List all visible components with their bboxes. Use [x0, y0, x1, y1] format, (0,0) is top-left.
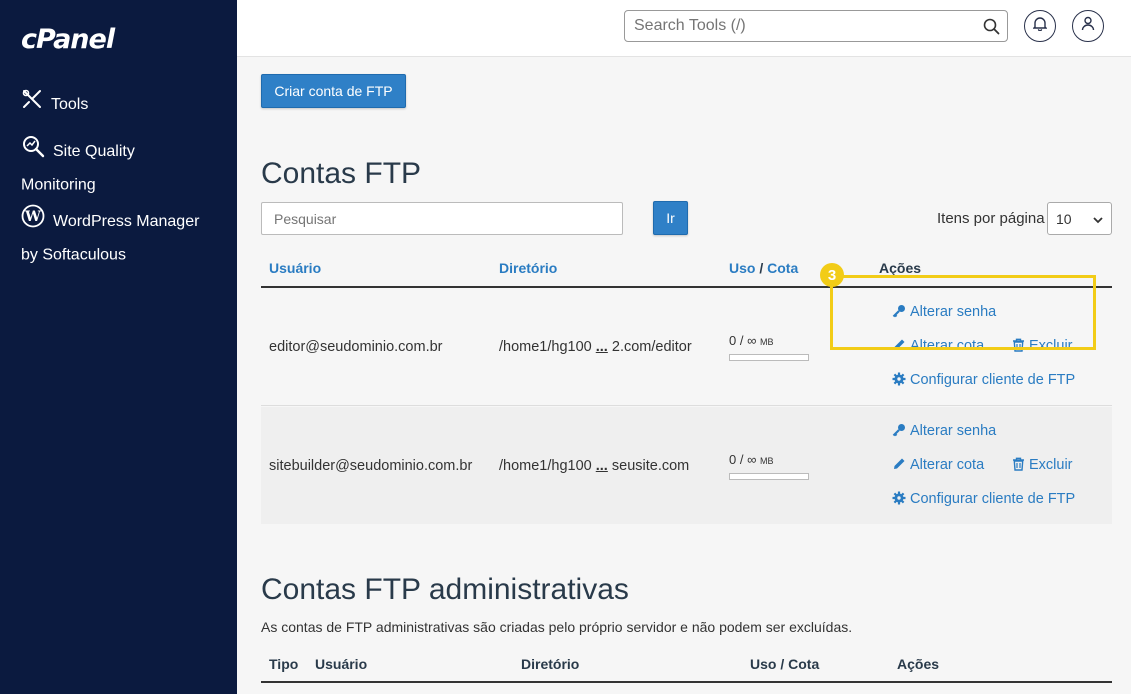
directory-end: seusite.com — [611, 458, 690, 474]
row-usage: 0 / ∞ MB — [729, 452, 773, 467]
row-directory: /home1/hg100 ... 2.com/editor — [499, 339, 692, 355]
table-row: sitebuilder@seudominio.com.br /home1/hg1… — [261, 407, 1112, 524]
sidebar-item-label: Site Quality — [53, 143, 135, 160]
row-user: sitebuilder@seudominio.com.br — [269, 458, 473, 474]
column-header-separator: / — [759, 260, 764, 276]
column-header-directory[interactable]: Diretório — [499, 260, 557, 276]
notifications-button[interactable] — [1024, 10, 1056, 42]
admin-column-header-user: Usuário — [315, 656, 368, 672]
admin-column-header-type: Tipo — [269, 656, 299, 672]
usage-progress-bar — [729, 473, 809, 480]
svg-text:W: W — [24, 209, 41, 225]
action-label: Alterar cota — [910, 457, 985, 473]
wordpress-icon: W — [21, 204, 45, 239]
main-content: Criar conta de FTP Contas FTP Ir Itens p… — [237, 57, 1131, 694]
per-page-select[interactable]: 10 — [1047, 202, 1112, 235]
create-ftp-account-button[interactable]: Criar conta de FTP — [261, 74, 406, 108]
user-menu-button[interactable] — [1072, 10, 1104, 42]
gear-icon — [892, 491, 906, 505]
configure-ftp-client-link[interactable]: Configurar cliente de FTP — [892, 372, 1075, 388]
usage-value: 0 / ∞ — [729, 333, 757, 348]
action-label: Configurar cliente de FTP — [910, 491, 1076, 507]
user-icon — [1081, 16, 1095, 36]
search-icon[interactable] — [983, 18, 1000, 40]
column-header-user[interactable]: Usuário — [269, 260, 321, 276]
action-label: Configurar cliente de FTP — [910, 372, 1076, 388]
search-tools-input[interactable] — [625, 11, 965, 41]
key-icon — [892, 424, 905, 437]
gear-icon — [892, 372, 906, 386]
filter-search-input[interactable] — [261, 202, 623, 235]
sidebar-item-label-line2: Monitoring — [21, 176, 96, 194]
usage-unit: MB — [759, 337, 774, 347]
section-description: As contas de FTP administrativas são cri… — [261, 619, 853, 635]
per-page-value: 10 — [1056, 210, 1072, 227]
pencil-icon — [894, 458, 905, 469]
directory-expand-link[interactable]: ... — [596, 458, 608, 474]
cpanel-logo[interactable]: cPanel — [21, 24, 115, 55]
chevron-down-icon — [1092, 213, 1104, 229]
step-number-badge: 3 — [820, 263, 844, 287]
action-label: Alterar senha — [910, 423, 997, 439]
row-user: editor@seudominio.com.br — [269, 339, 443, 355]
top-header — [237, 0, 1131, 57]
directory-start: /home1/hg100 — [499, 458, 592, 474]
search-box — [624, 10, 1008, 42]
action-label: Excluir — [1029, 457, 1073, 473]
sidebar-item-site-quality[interactable]: Site Quality Monitoring — [21, 134, 226, 200]
directory-expand-link[interactable]: ... — [596, 339, 608, 355]
row-directory: /home1/hg100 ... seusite.com — [499, 458, 689, 474]
delete-link[interactable]: Excluir — [1012, 457, 1073, 473]
trash-icon — [1013, 457, 1024, 471]
column-header-actions: Ações — [879, 260, 922, 276]
usage-value: 0 / ∞ — [729, 452, 757, 467]
column-header-usage-quota: Uso / Cota — [729, 260, 798, 276]
sidebar-item-wordpress-manager[interactable]: W WordPress Manager by Softaculous — [21, 204, 226, 270]
sidebar-item-label: Tools — [51, 96, 89, 113]
admin-column-header-directory: Diretório — [521, 656, 580, 672]
admin-table-header-divider — [261, 681, 1112, 683]
configure-ftp-client-link[interactable]: Configurar cliente de FTP — [892, 491, 1075, 507]
section-title-ftp-accounts: Contas FTP — [261, 157, 422, 190]
go-button[interactable]: Ir — [653, 201, 688, 235]
magnifier-chart-icon — [21, 134, 45, 169]
sidebar-item-tools[interactable]: Tools — [21, 88, 226, 121]
column-header-usage[interactable]: Uso — [729, 260, 755, 276]
sidebar: cPanel Tools Site Quality Monitoring W W… — [0, 0, 237, 694]
tutorial-highlight-box — [830, 275, 1096, 350]
row-usage: 0 / ∞ MB — [729, 333, 773, 348]
directory-end: 2.com/editor — [611, 339, 692, 355]
change-password-link[interactable]: Alterar senha — [892, 423, 996, 439]
tools-icon — [21, 88, 43, 121]
sidebar-item-label: WordPress Manager — [53, 213, 200, 230]
bell-icon — [1032, 16, 1048, 36]
column-header-quota[interactable]: Cota — [767, 260, 798, 276]
sidebar-item-label-line2: by Softaculous — [21, 246, 126, 264]
admin-column-header-usage-quota: Uso / Cota — [750, 656, 820, 672]
per-page-label: Itens por página — [937, 210, 1045, 227]
directory-start: /home1/hg100 — [499, 339, 592, 355]
usage-unit: MB — [759, 456, 774, 466]
admin-column-header-actions: Ações — [897, 656, 940, 672]
section-title-admin-ftp-accounts: Contas FTP administrativas — [261, 573, 629, 606]
usage-progress-bar — [729, 354, 809, 361]
change-quota-link[interactable]: Alterar cota — [892, 457, 984, 473]
